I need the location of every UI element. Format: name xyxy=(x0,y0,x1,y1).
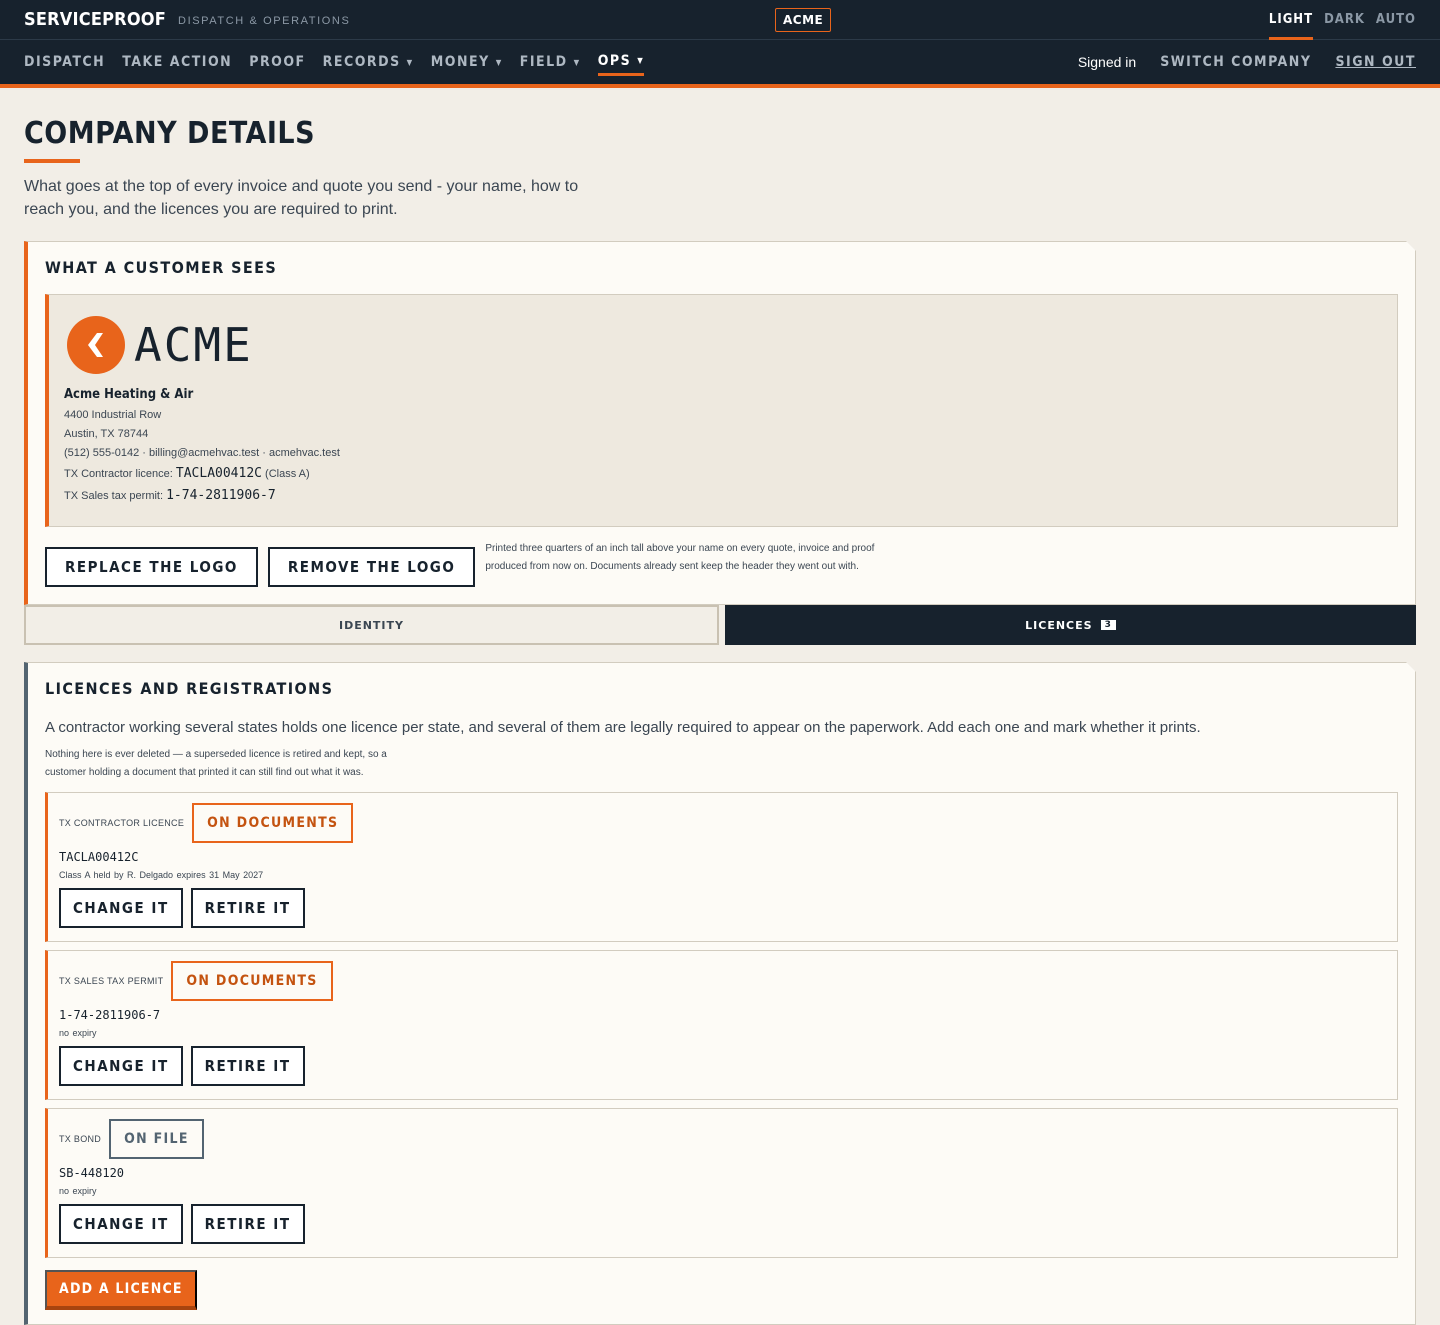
chevron-down-icon: ▼ xyxy=(495,57,503,67)
licence-type: TX SALES TAX PERMIT xyxy=(59,976,164,986)
tab-identity[interactable]: IDENTITY xyxy=(24,605,719,645)
retire-licence-button[interactable]: RETIRE IT xyxy=(190,1046,305,1086)
permit-line: TX Sales tax permit: 1-74-2811906-7 xyxy=(64,488,1397,503)
status-badge: ON DOCUMENTS xyxy=(171,961,333,1001)
nav-dispatch[interactable]: DISPATCH xyxy=(24,48,105,76)
chevron-down-icon: ▼ xyxy=(406,57,414,67)
licence-class: (Class A) xyxy=(265,468,310,480)
licence-type: TX BOND xyxy=(59,1134,102,1144)
nav-label: RECORDS xyxy=(322,54,401,70)
page-content: COMPANY DETAILS What goes at the top of … xyxy=(0,88,1440,1325)
brand-subtitle: DISPATCH & OPERATIONS xyxy=(178,14,351,27)
top-bar: SERVICEPROOF DISPATCH & OPERATIONS ACME … xyxy=(0,0,1440,40)
licence-card: TX SALES TAX PERMIT ON DOCUMENTS 1-74-28… xyxy=(45,950,1398,1100)
change-licence-button[interactable]: CHANGE IT xyxy=(59,1204,183,1244)
remove-logo-button[interactable]: REMOVE THE LOGO xyxy=(267,547,476,587)
licence-type: TX CONTRACTOR LICENCE xyxy=(59,818,185,828)
permit-value: 1-74-2811906-7 xyxy=(166,488,276,503)
theme-dark-button[interactable]: DARK xyxy=(1324,0,1365,40)
nav-records[interactable]: RECORDS ▼ xyxy=(323,48,414,76)
address-line-1: 4400 Industrial Row xyxy=(64,409,162,421)
licences-panel: LICENCES AND REGISTRATIONS A contractor … xyxy=(24,662,1416,1325)
tab-licences[interactable]: LICENCES 3 xyxy=(725,605,1416,645)
licences-intro: A contractor working several states hold… xyxy=(45,719,1201,736)
nav-ops[interactable]: OPS ▼ xyxy=(597,48,645,76)
switch-company-link[interactable]: SWITCH COMPANY xyxy=(1160,54,1311,70)
licence-number: TACLA00412C xyxy=(59,850,139,864)
theme-switcher: LIGHT DARK AUTO xyxy=(1268,0,1416,40)
change-licence-button[interactable]: CHANGE IT xyxy=(59,1046,183,1086)
customer-view-panel: WHAT A CUSTOMER SEES ACME Acme Heating &… xyxy=(24,241,1416,605)
brand-name[interactable]: SERVICEPROOF xyxy=(24,9,166,30)
page-lede: What goes at the top of every invoice an… xyxy=(24,178,579,218)
licence-number: 1-74-2811906-7 xyxy=(59,1008,161,1022)
signed-in-status: Signed in xyxy=(1077,54,1137,70)
licence-card: TX CONTRACTOR LICENCE ON DOCUMENTS TACLA… xyxy=(45,792,1398,942)
count-badge: 3 xyxy=(1100,620,1116,630)
nav-take-action[interactable]: TAKE ACTION xyxy=(122,48,232,76)
contact-line: (512) 555-0142 · billing@acmehvac.test ·… xyxy=(64,447,340,459)
logo-wordmark: ACME xyxy=(134,318,253,372)
nav-field[interactable]: FIELD ▼ xyxy=(520,48,581,76)
nav-label: OPS xyxy=(597,52,632,69)
licence-meta: no expiry xyxy=(59,1186,97,1196)
nav-label: MONEY xyxy=(430,54,490,70)
licence-line: TX Contractor licence: TACLA00412C (Clas… xyxy=(64,466,1397,481)
nav-label: PROOF xyxy=(249,54,306,70)
company-logo: ACME xyxy=(64,315,1397,375)
nav-label: FIELD xyxy=(519,54,568,70)
licences-note: Nothing here is ever deleted — a superse… xyxy=(45,749,387,778)
logo-hint: Printed three quarters of an inch tall a… xyxy=(485,543,875,572)
theme-light-button[interactable]: LIGHT xyxy=(1268,0,1314,40)
retire-licence-button[interactable]: RETIRE IT xyxy=(190,888,305,928)
nav-proof[interactable]: PROOF xyxy=(249,48,305,76)
licence-meta: Class A held by R. Delgado expires 31 Ma… xyxy=(59,870,264,880)
licence-label: TX Contractor licence: xyxy=(64,468,173,480)
change-licence-button[interactable]: CHANGE IT xyxy=(59,888,183,928)
page-title: COMPANY DETAILS xyxy=(24,116,316,151)
logo-chevron-icon xyxy=(67,316,125,374)
tab-label: IDENTITY xyxy=(338,618,404,632)
chevron-down-icon: ▼ xyxy=(573,57,581,67)
title-underline xyxy=(24,159,80,163)
company-chip[interactable]: ACME xyxy=(775,8,832,32)
document-header-preview: ACME Acme Heating & Air 4400 Industrial … xyxy=(45,294,1398,527)
sign-out-link[interactable]: SIGN OUT xyxy=(1335,54,1416,70)
nav-label: TAKE ACTION xyxy=(122,54,233,70)
settings-tabs: IDENTITY LICENCES 3 xyxy=(24,605,1416,645)
retire-licence-button[interactable]: RETIRE IT xyxy=(190,1204,305,1244)
address-line-2: Austin, TX 78744 xyxy=(64,428,149,440)
licence-card: TX BOND ON FILE SB-448120 no expiry CHAN… xyxy=(45,1108,1398,1258)
logo-actions: REPLACE THE LOGO REMOVE THE LOGO Printed… xyxy=(28,527,1415,604)
licences-heading: LICENCES AND REGISTRATIONS xyxy=(45,679,334,698)
status-badge: ON DOCUMENTS xyxy=(192,803,354,843)
nav-label: DISPATCH xyxy=(24,54,106,70)
licence-number: SB-448120 xyxy=(59,1166,125,1180)
company-name: Acme Heating & Air xyxy=(64,387,194,402)
licence-meta: no expiry xyxy=(59,1028,97,1038)
nav-money[interactable]: MONEY ▼ xyxy=(431,48,503,76)
customer-view-heading: WHAT A CUSTOMER SEES xyxy=(45,258,278,277)
tab-label: LICENCES xyxy=(1025,618,1093,632)
chevron-down-icon: ▼ xyxy=(637,56,645,65)
permit-label: TX Sales tax permit: xyxy=(64,490,164,502)
status-badge: ON FILE xyxy=(109,1119,204,1159)
licence-value: TACLA00412C xyxy=(175,466,262,481)
add-licence-button[interactable]: ADD A LICENCE xyxy=(45,1270,197,1310)
main-nav: DISPATCH TAKE ACTION PROOF RECORDS ▼ MONE… xyxy=(0,40,1440,88)
replace-logo-button[interactable]: REPLACE THE LOGO xyxy=(45,547,258,587)
theme-auto-button[interactable]: AUTO xyxy=(1376,0,1416,40)
